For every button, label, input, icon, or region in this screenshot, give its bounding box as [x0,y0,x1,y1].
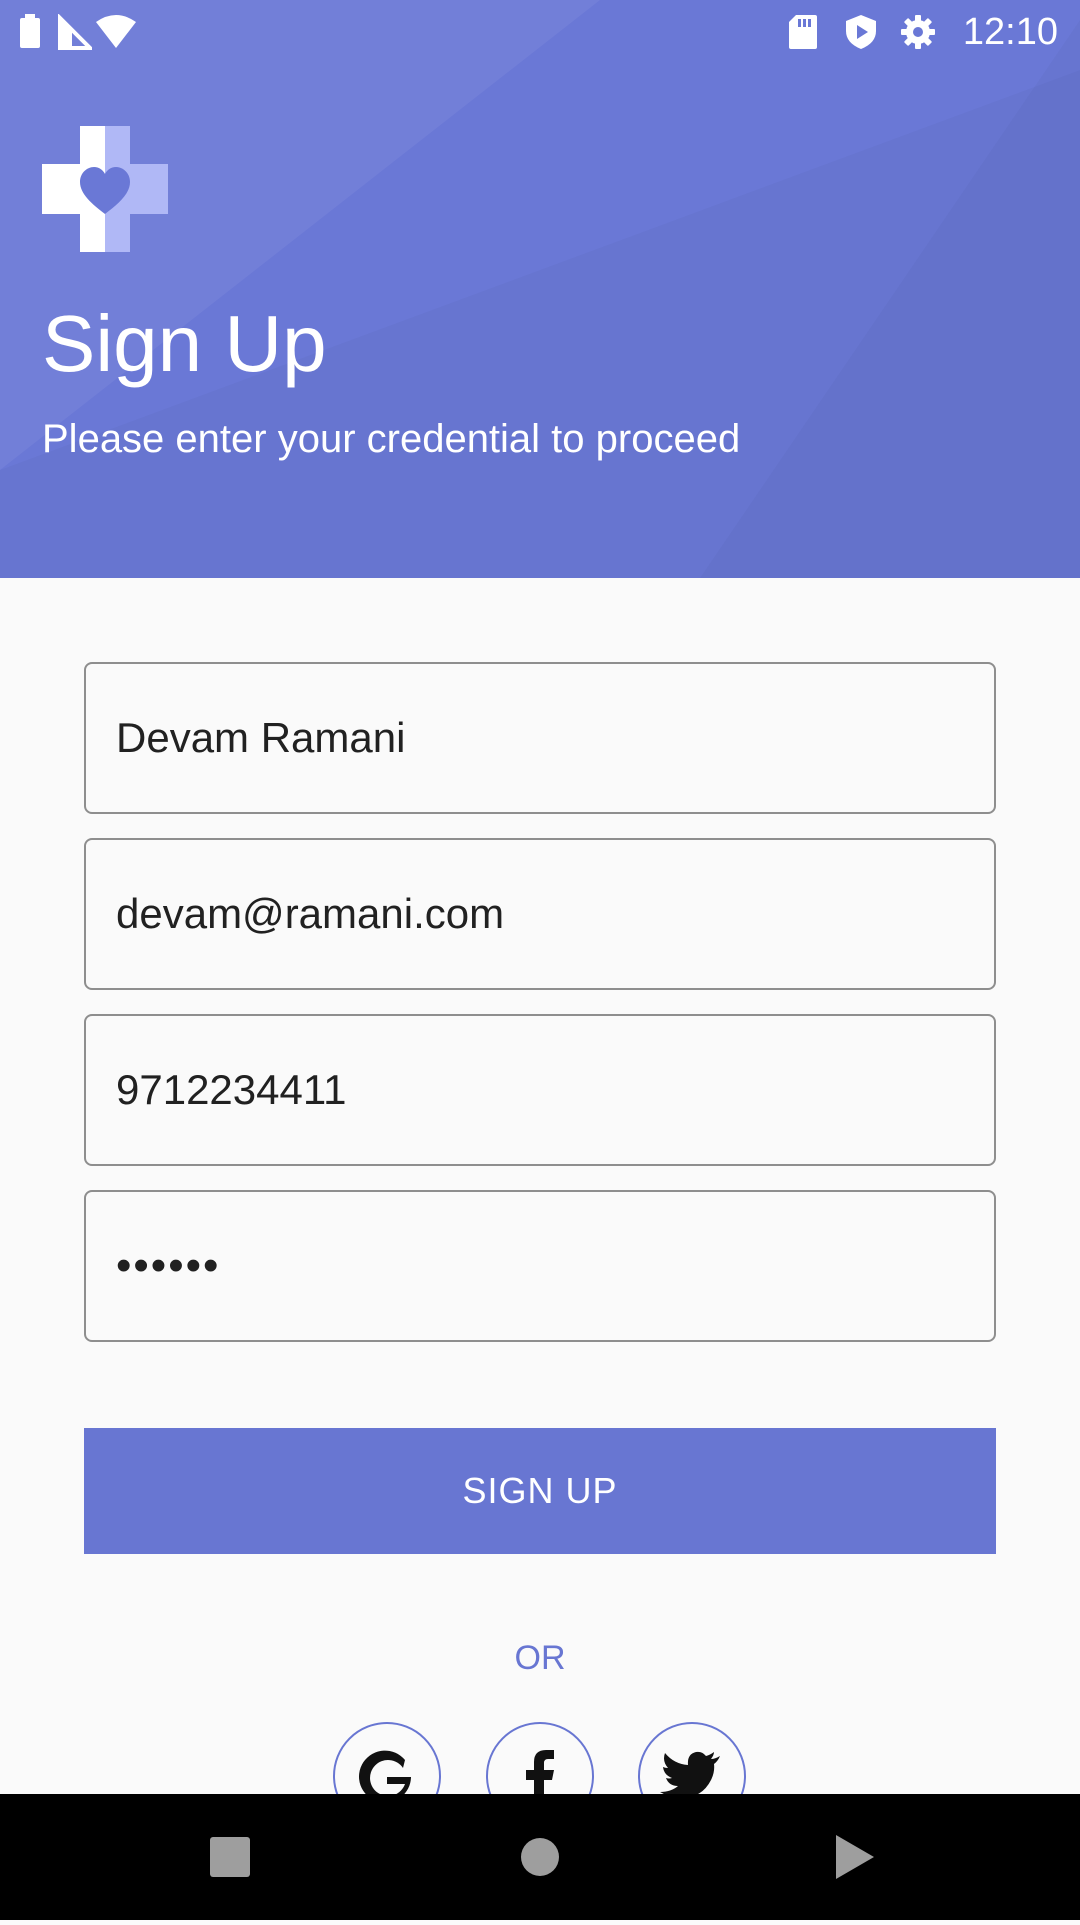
home-circle-icon [521,1838,559,1876]
phone-field[interactable] [84,1014,996,1166]
home-button[interactable] [470,1794,610,1920]
password-field[interactable] [84,1190,996,1342]
status-bar: 12:10 [0,0,1080,64]
name-field[interactable] [84,662,996,814]
sign-up-button[interactable]: SIGN UP [84,1428,996,1554]
page-subtitle: Please enter your credential to proceed [42,417,741,461]
medical-cross-heart-icon [42,126,168,252]
cell-signal-icon [58,14,92,50]
navigation-bar [0,1794,1080,1920]
recents-square-icon [210,1837,250,1877]
back-triangle-icon [836,1835,874,1879]
password-input[interactable] [116,1192,956,1340]
shield-play-icon [846,15,876,49]
sd-card-icon [789,15,817,49]
gear-icon [901,15,935,49]
email-input[interactable] [116,840,956,988]
recents-button[interactable] [160,1794,300,1920]
status-clock: 12:10 [962,11,1058,53]
battery-icon [20,14,40,48]
header-background-facets [0,0,600,470]
name-input[interactable] [116,664,956,812]
email-field[interactable] [84,838,996,990]
header-banner: 12:10 Sign Up Please enter your credenti… [0,0,1080,578]
back-button[interactable] [784,1794,924,1920]
or-divider-label: OR [514,1639,566,1677]
wifi-icon [96,15,136,48]
page-title: Sign Up [42,299,327,388]
phone-input[interactable] [116,1016,956,1164]
